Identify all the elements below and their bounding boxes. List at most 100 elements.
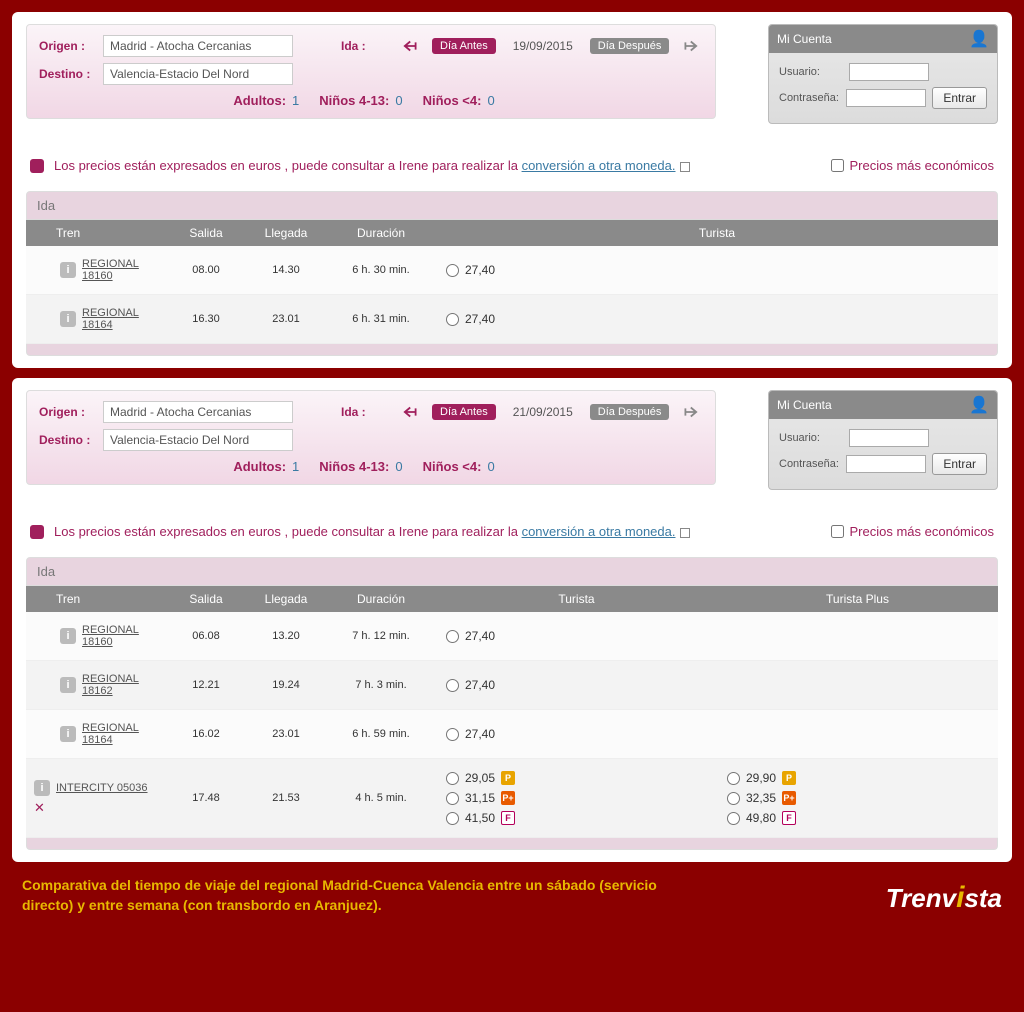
col-turista: Turista xyxy=(436,226,998,240)
fare-price: 32,35 xyxy=(746,791,776,805)
usuario-input[interactable] xyxy=(849,429,929,447)
fare-option[interactable]: 29,90P xyxy=(727,771,998,785)
economicos-check[interactable]: Precios más económicos xyxy=(831,158,995,173)
contrasena-input[interactable] xyxy=(846,455,926,473)
train-link[interactable]: REGIONAL 18160 xyxy=(82,624,166,648)
fare-radio[interactable] xyxy=(727,792,740,805)
fare-badge-f: F xyxy=(782,811,796,825)
fare-radio[interactable] xyxy=(446,728,459,741)
fare-price: 49,80 xyxy=(746,811,776,825)
user-icon: 👤 xyxy=(969,29,989,49)
brand-logo: Trenvista xyxy=(886,881,1002,915)
account-title: Mi Cuenta xyxy=(777,398,832,412)
economicos-checkbox[interactable] xyxy=(831,159,844,172)
caption-text: Comparativa del tiempo de viaje del regi… xyxy=(22,876,702,915)
fare-radio[interactable] xyxy=(446,630,459,643)
dia-despues-button[interactable]: Día Después xyxy=(590,38,670,54)
train-link[interactable]: INTERCITY 05036 xyxy=(56,782,148,794)
fare-badge-pplus: P+ xyxy=(501,791,515,805)
info-icon[interactable]: i xyxy=(60,677,76,693)
economicos-check[interactable]: Precios más económicos xyxy=(831,524,995,539)
fare-radio[interactable] xyxy=(446,313,459,326)
origen-input[interactable] xyxy=(103,35,293,57)
arrow-forward-icon[interactable] xyxy=(680,405,698,419)
fare-option[interactable]: 27,40 xyxy=(446,727,717,741)
destino-input[interactable] xyxy=(103,63,293,85)
info-icon[interactable]: i xyxy=(34,780,50,796)
fare-option[interactable]: 27,40 xyxy=(446,263,998,277)
usuario-label: Usuario: xyxy=(779,432,843,444)
arrow-forward-icon[interactable] xyxy=(680,39,698,53)
duration: 6 h. 31 min. xyxy=(326,313,436,325)
fare-radio[interactable] xyxy=(446,812,459,825)
fare-price: 29,05 xyxy=(465,771,495,785)
search-box: Origen : Ida : Día Antes 19/09/2015 Día … xyxy=(26,24,716,119)
arrival-time: 13.20 xyxy=(246,630,326,642)
duration: 4 h. 5 min. xyxy=(326,792,436,804)
info-icon[interactable]: i xyxy=(60,628,76,644)
train-link[interactable]: REGIONAL 18164 xyxy=(82,722,166,746)
grid-header: Tren Salida Llegada Duración Turista xyxy=(26,220,998,246)
bullet-icon xyxy=(30,525,44,539)
fare-badge-pplus: P+ xyxy=(782,791,796,805)
fare-option[interactable]: 41,50F xyxy=(446,811,717,825)
ida-label: Ida : xyxy=(341,405,375,419)
usuario-input[interactable] xyxy=(849,63,929,81)
train-row: iINTERCITY 05036✕ 17.48 21.53 4 h. 5 min… xyxy=(26,759,998,838)
departure-time: 08.00 xyxy=(166,264,246,276)
entrar-button[interactable]: Entrar xyxy=(932,87,987,109)
arrival-time: 23.01 xyxy=(246,313,326,325)
train-link[interactable]: REGIONAL 18162 xyxy=(82,673,166,697)
train-link[interactable]: REGIONAL 18160 xyxy=(82,258,166,282)
entrar-button[interactable]: Entrar xyxy=(932,453,987,475)
adultos-label: Adultos: xyxy=(233,93,286,108)
conversion-link[interactable]: conversión a otra moneda. xyxy=(522,158,676,173)
fare-radio[interactable] xyxy=(446,772,459,785)
fare-radio[interactable] xyxy=(446,679,459,692)
fare-radio[interactable] xyxy=(446,792,459,805)
origen-label: Origen : xyxy=(39,39,95,53)
dia-antes-button[interactable]: Día Antes xyxy=(432,38,496,54)
arrival-time: 23.01 xyxy=(246,728,326,740)
fare-option[interactable]: 27,40 xyxy=(446,678,717,692)
fare-option[interactable]: 29,05 P xyxy=(446,771,717,785)
col-llegada: Llegada xyxy=(246,592,326,606)
ida-label: Ida : xyxy=(341,39,375,53)
economicos-checkbox[interactable] xyxy=(831,525,844,538)
fare-option[interactable]: 31,15 P+ xyxy=(446,791,717,805)
date-text: 19/09/2015 xyxy=(507,39,579,53)
conversion-link[interactable]: conversión a otra moneda. xyxy=(522,524,676,539)
arrow-back-icon[interactable] xyxy=(403,405,421,419)
ninos4-label: Niños <4: xyxy=(423,459,482,474)
fare-price: 27,40 xyxy=(465,727,495,741)
col-llegada: Llegada xyxy=(246,226,326,240)
train-row: iREGIONAL 18160 06.08 13.20 7 h. 12 min.… xyxy=(26,612,998,661)
fare-radio[interactable] xyxy=(446,264,459,277)
info-icon[interactable]: i xyxy=(60,311,76,327)
fare-price: 31,15 xyxy=(465,791,495,805)
destino-label: Destino : xyxy=(39,433,95,447)
destino-input[interactable] xyxy=(103,429,293,451)
contrasena-input[interactable] xyxy=(846,89,926,107)
fare-option[interactable]: 49,80 F xyxy=(727,811,998,825)
fare-option[interactable]: 32,35 P+ xyxy=(727,791,998,805)
contrasena-label: Contraseña: xyxy=(779,458,840,470)
train-link[interactable]: REGIONAL 18164 xyxy=(82,307,166,331)
col-duracion: Duración xyxy=(326,226,436,240)
dia-despues-button[interactable]: Día Después xyxy=(590,404,670,420)
arrow-back-icon[interactable] xyxy=(403,39,421,53)
date-text: 21/09/2015 xyxy=(507,405,579,419)
info-icon[interactable]: i xyxy=(60,726,76,742)
origen-input[interactable] xyxy=(103,401,293,423)
fare-radio[interactable] xyxy=(727,772,740,785)
fare-option[interactable]: 27,40 xyxy=(446,312,998,326)
fare-option[interactable]: 27,40 xyxy=(446,629,717,643)
info-icon[interactable]: i xyxy=(60,262,76,278)
grid-header: Tren Salida Llegada Duración Turista Tur… xyxy=(26,586,998,612)
fare-price: 29,90 xyxy=(746,771,776,785)
duration: 7 h. 12 min. xyxy=(326,630,436,642)
usuario-label: Usuario: xyxy=(779,66,843,78)
fare-radio[interactable] xyxy=(727,812,740,825)
dia-antes-button[interactable]: Día Antes xyxy=(432,404,496,420)
fare-badge-p: P xyxy=(501,771,515,785)
